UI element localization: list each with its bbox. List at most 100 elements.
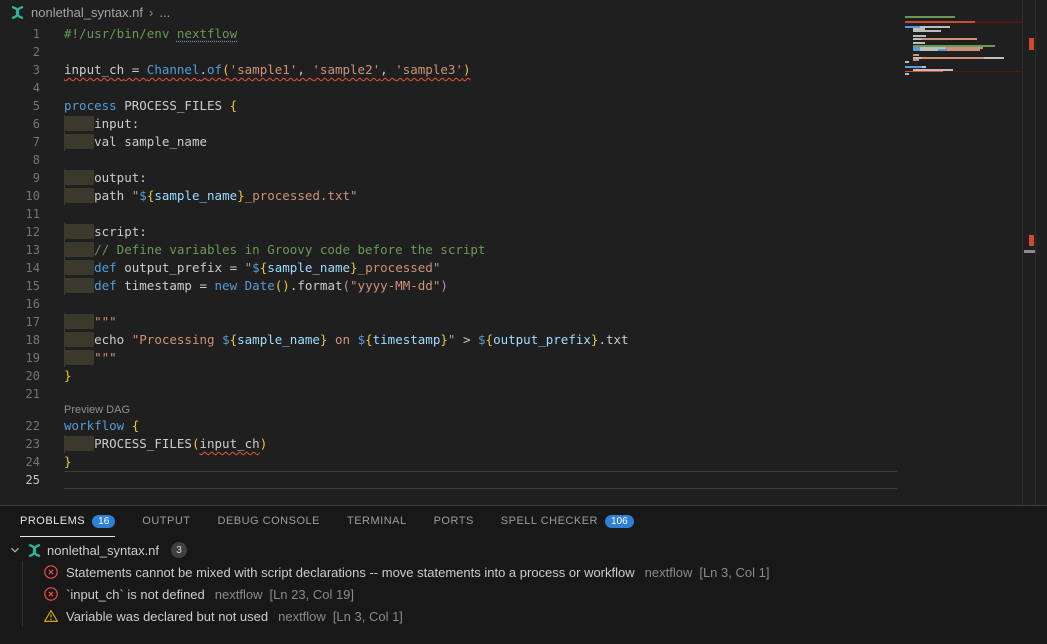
code-line-3[interactable]: 3 input_ch = Channel.of('sample1', 'sampl… (0, 61, 1022, 79)
line-number[interactable]: 8 (0, 151, 40, 169)
code-line-15[interactable]: 15 def timestamp = new Date().format("yy… (0, 277, 1022, 295)
code-line-content[interactable]: // Define variables in Groovy code befor… (64, 241, 485, 259)
minimap[interactable] (905, 16, 1022, 75)
code-editor[interactable]: 1 #!/usr/bin/env nextflow 23 input_ch = Cha… (0, 25, 1022, 505)
code-token: .format (290, 278, 343, 293)
panel-tab-problems[interactable]: PROBLEMS16 (20, 506, 115, 537)
line-number[interactable]: 9 (0, 169, 40, 187)
problem-source: nextflow (278, 609, 326, 624)
code-line-content[interactable]: script: (64, 223, 147, 241)
code-token: } (440, 332, 448, 347)
breadcrumb-ellipsis[interactable]: ... (159, 5, 170, 20)
problem-row[interactable]: Variable was declared but not usednextfl… (23, 605, 1047, 627)
code-line-1[interactable]: 1 #!/usr/bin/env nextflow (0, 25, 1022, 43)
code-token: timestamp (373, 332, 441, 347)
line-number[interactable]: 4 (0, 79, 40, 97)
code-line-content[interactable]: process PROCESS_FILES { (64, 97, 237, 115)
line-number[interactable]: 23 (0, 435, 40, 453)
code-line-13[interactable]: 13 // Define variables in Groovy code be… (0, 241, 1022, 259)
code-line-6[interactable]: 6 input: (0, 115, 1022, 133)
problem-source: nextflow (645, 565, 693, 580)
code-token: workflow (64, 418, 132, 433)
warning-icon (43, 608, 59, 624)
panel-tab-bar: PROBLEMS16 OUTPUT DEBUG CONSOLE TERMINAL POR… (0, 506, 1047, 537)
panel-tab-terminal[interactable]: TERMINAL (347, 506, 407, 537)
code-line-11[interactable]: 11 (0, 205, 1022, 223)
overview-ruler-scrollbar[interactable] (1022, 0, 1036, 505)
code-line-8[interactable]: 8 (0, 151, 1022, 169)
code-line-content[interactable]: def output_prefix = "${sample_name}_proc… (64, 259, 440, 277)
panel-tab-output[interactable]: OUTPUT (142, 506, 190, 537)
minimap-segment (913, 30, 941, 32)
line-number[interactable]: 21 (0, 385, 40, 403)
line-number[interactable]: 22 (0, 417, 40, 435)
code-line-19[interactable]: 19 """ (0, 349, 1022, 367)
code-line-content[interactable]: def timestamp = new Date().format("yyyy-… (64, 277, 448, 295)
line-number[interactable]: 24 (0, 453, 40, 471)
line-number[interactable]: 14 (0, 259, 40, 277)
line-number[interactable]: 6 (0, 115, 40, 133)
code-token: () (275, 278, 290, 293)
code-line-16[interactable]: 16 (0, 295, 1022, 313)
code-line-content[interactable]: """ (64, 313, 117, 331)
code-line-content[interactable]: } (64, 453, 72, 471)
code-line-20[interactable]: 20} (0, 367, 1022, 385)
codelens-label[interactable]: Preview DAG (64, 403, 130, 417)
code-token: ) (463, 62, 471, 77)
problem-row[interactable]: Statements cannot be mixed with script d… (23, 561, 1047, 583)
code-line-12[interactable]: 12 script: (0, 223, 1022, 241)
code-line-21[interactable]: 21 (0, 385, 1022, 403)
code-line-content[interactable]: """ (64, 349, 117, 367)
code-line-10[interactable]: 10 path "${sample_name}_processed.txt" (0, 187, 1022, 205)
codelens-preview-dag[interactable]: Preview DAG (0, 403, 1022, 417)
panel-tab-ports[interactable]: PORTS (434, 506, 474, 537)
problem-row[interactable]: `input_ch` is not definednextflow[Ln 23,… (23, 583, 1047, 605)
code-line-content[interactable]: workflow { (64, 417, 139, 435)
breadcrumb-file[interactable]: nonlethal_syntax.nf (31, 5, 143, 20)
line-number[interactable]: 5 (0, 97, 40, 115)
line-number[interactable]: 15 (0, 277, 40, 295)
code-line-content[interactable]: PROCESS_FILES(input_ch) (64, 435, 267, 453)
line-number[interactable]: 17 (0, 313, 40, 331)
code-line-content[interactable]: path "${sample_name}_processed.txt" (64, 187, 358, 205)
line-number[interactable]: 11 (0, 205, 40, 223)
code-line-content[interactable]: echo "Processing ${sample_name} on ${tim… (64, 331, 629, 349)
line-number[interactable]: 7 (0, 133, 40, 151)
line-number[interactable]: 19 (0, 349, 40, 367)
code-line-24[interactable]: 24} (0, 453, 1022, 471)
chevron-down-icon[interactable] (8, 543, 22, 557)
code-line-content[interactable]: val sample_name (64, 133, 207, 151)
code-line-7[interactable]: 7 val sample_name (0, 133, 1022, 151)
code-line-content[interactable]: } (64, 367, 72, 385)
code-line-content[interactable] (64, 471, 897, 489)
code-line-content[interactable]: input: (64, 115, 139, 133)
line-number[interactable]: 12 (0, 223, 40, 241)
code-line-5[interactable]: 5 process PROCESS_FILES { (0, 97, 1022, 115)
panel-tab-debug-console[interactable]: DEBUG CONSOLE (218, 506, 320, 537)
code-line-4[interactable]: 4 (0, 79, 1022, 97)
line-number[interactable]: 20 (0, 367, 40, 385)
problems-file-group[interactable]: nonlethal_syntax.nf 3 (0, 539, 1047, 561)
line-number[interactable]: 2 (0, 43, 40, 61)
code-line-14[interactable]: 14 def output_prefix = "${sample_name}_p… (0, 259, 1022, 277)
code-line-25[interactable]: 25 (0, 471, 1022, 489)
code-line-17[interactable]: 17 """ (0, 313, 1022, 331)
code-line-content[interactable]: input_ch = Channel.of('sample1', 'sample… (64, 61, 470, 79)
code-token: """ (94, 314, 117, 329)
line-number[interactable]: 10 (0, 187, 40, 205)
line-number[interactable]: 3 (0, 61, 40, 79)
line-number[interactable]: 1 (0, 25, 40, 43)
code-line-18[interactable]: 18 echo "Processing ${sample_name} on ${… (0, 331, 1022, 349)
code-line-22[interactable]: 22 workflow { (0, 417, 1022, 435)
code-line-content[interactable]: output: (64, 169, 147, 187)
code-line-9[interactable]: 9 output: (0, 169, 1022, 187)
line-number[interactable]: 18 (0, 331, 40, 349)
line-number[interactable]: 13 (0, 241, 40, 259)
code-line-content[interactable]: #!/usr/bin/env nextflow (64, 25, 237, 43)
code-line-2[interactable]: 2 (0, 43, 1022, 61)
line-number[interactable]: 25 (0, 471, 40, 489)
code-token: timestamp = (124, 278, 214, 293)
code-line-23[interactable]: 23 PROCESS_FILES(input_ch) (0, 435, 1022, 453)
panel-tab-spell-checker[interactable]: SPELL CHECKER106 (501, 506, 634, 537)
line-number[interactable]: 16 (0, 295, 40, 313)
